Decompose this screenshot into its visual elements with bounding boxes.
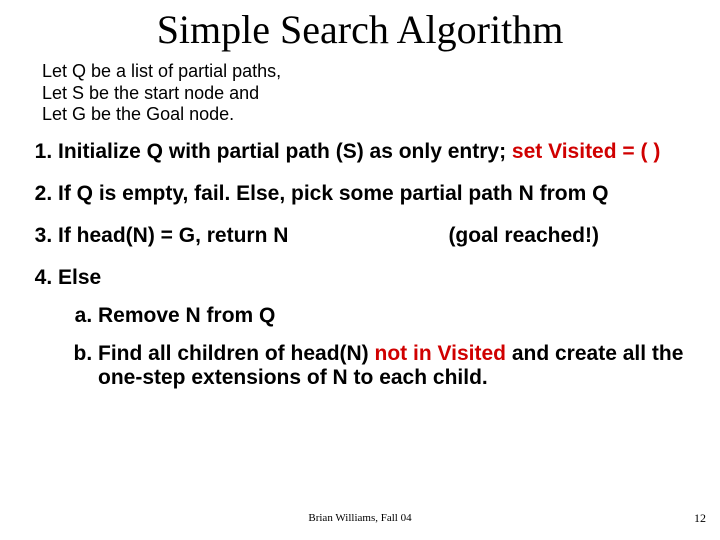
step-4-sublist: Remove N from Q Find all children of hea… bbox=[58, 304, 690, 390]
intro-line-2: Let S be the start node and bbox=[42, 83, 720, 105]
step-1-red: set Visited = ( ) bbox=[512, 140, 660, 163]
step-4a: Remove N from Q bbox=[98, 304, 690, 328]
step-4a-text: Remove N from Q bbox=[98, 304, 275, 327]
step-2-text: If Q is empty, fail. Else, pick some par… bbox=[58, 182, 608, 205]
step-3-text: If head(N) = G, return N bbox=[58, 224, 288, 247]
step-3-goal: (goal reached!) bbox=[448, 224, 599, 248]
algorithm-steps: Initialize Q with partial path (S) as on… bbox=[0, 140, 720, 390]
step-4b-red: not in Visited bbox=[375, 342, 506, 365]
footer-center: Brian Williams, Fall 04 bbox=[0, 512, 720, 524]
slide-title: Simple Search Algorithm bbox=[0, 6, 720, 53]
step-4-text: Else bbox=[58, 266, 101, 289]
intro-block: Let Q be a list of partial paths, Let S … bbox=[42, 61, 720, 126]
step-1-text: Initialize Q with partial path (S) as on… bbox=[58, 140, 512, 163]
step-3: If head(N) = G, return N (goal reached!) bbox=[58, 224, 720, 248]
step-2: If Q is empty, fail. Else, pick some par… bbox=[58, 182, 720, 206]
intro-line-3: Let G be the Goal node. bbox=[42, 104, 720, 126]
intro-line-1: Let Q be a list of partial paths, bbox=[42, 61, 720, 83]
step-1: Initialize Q with partial path (S) as on… bbox=[58, 140, 720, 164]
slide: Simple Search Algorithm Let Q be a list … bbox=[0, 6, 720, 540]
slide-number: 12 bbox=[694, 511, 706, 526]
step-4: Else Remove N from Q Find all children o… bbox=[58, 266, 720, 390]
step-4b-a: Find all children of head(N) bbox=[98, 342, 375, 365]
step-4b: Find all children of head(N) not in Visi… bbox=[98, 342, 690, 390]
